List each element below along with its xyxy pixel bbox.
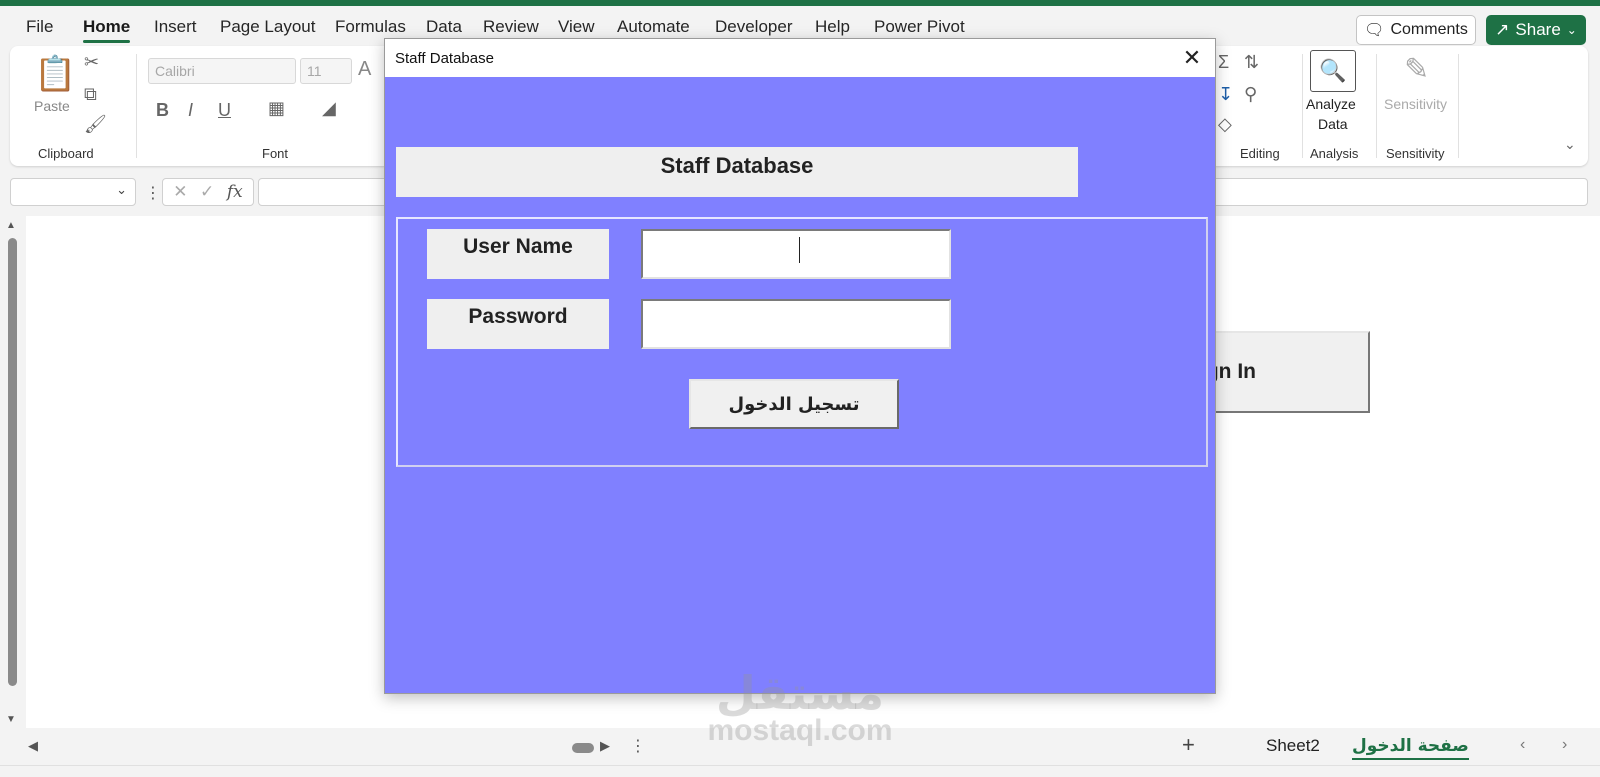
menu-formulas[interactable]: Formulas <box>335 17 406 37</box>
password-label: Password <box>427 299 609 349</box>
collapse-ribbon-icon[interactable]: ⌄ <box>1564 136 1576 153</box>
font-size-select[interactable]: 11 <box>300 58 352 84</box>
comments-label: Comments <box>1390 21 1468 38</box>
sort-filter-icon[interactable]: ⇅ <box>1244 52 1259 73</box>
chevron-down-icon: ⌄ <box>116 182 127 197</box>
format-painter-icon[interactable]: 🖌 <box>84 114 107 135</box>
menu-automate[interactable]: Automate <box>617 17 690 37</box>
chevron-down-icon: ⌄ <box>1566 23 1577 37</box>
find-icon[interactable]: ⚲ <box>1244 84 1257 105</box>
menu-help[interactable]: Help <box>815 17 850 37</box>
status-bar <box>0 765 1600 777</box>
clear-icon[interactable]: ◇ <box>1218 114 1232 135</box>
watermark: مستقل mostaql.com <box>700 670 900 746</box>
username-input[interactable] <box>641 229 951 279</box>
group-clipboard: Clipboard <box>38 146 94 161</box>
watermark-arabic: مستقل <box>715 666 885 720</box>
analyze-data-icon[interactable]: 🔍 <box>1310 50 1356 92</box>
next-sheet-icon[interactable]: › <box>1562 736 1567 754</box>
tab-login-page[interactable]: صفحة الدخول <box>1352 736 1469 760</box>
formula-controls: ✕ ✓ fx <box>162 178 254 206</box>
dialog-titlebar[interactable]: Staff Database ✕ <box>385 39 1215 77</box>
increase-font-icon[interactable]: A <box>358 58 371 81</box>
dialog-title: Staff Database <box>395 50 494 67</box>
comment-icon: 🗨 <box>1364 22 1385 39</box>
fx-icon[interactable]: fx <box>227 182 243 202</box>
scroll-down-icon[interactable]: ▼ <box>6 714 16 725</box>
scroll-left-icon[interactable]: ◀ <box>28 738 38 754</box>
username-label: User Name <box>427 229 609 279</box>
staff-database-dialog: Staff Database ✕ Staff Database User Nam… <box>384 38 1216 694</box>
cut-icon[interactable]: ✂ <box>84 52 99 73</box>
font-name-select[interactable]: Calibri <box>148 58 296 84</box>
vertical-scroll-thumb[interactable] <box>8 238 17 686</box>
name-box[interactable]: ⌄ <box>10 178 136 206</box>
comments-button[interactable]: 🗨 Comments <box>1356 15 1476 45</box>
scroll-up-icon[interactable]: ▲ <box>6 220 16 231</box>
menu-view[interactable]: View <box>558 17 595 37</box>
cancel-icon[interactable]: ✕ <box>173 182 187 202</box>
close-icon[interactable]: ✕ <box>1179 45 1205 71</box>
add-sheet-icon[interactable]: + <box>1182 732 1195 758</box>
more-icon[interactable]: ⋮ <box>145 183 161 203</box>
watermark-url: mostaql.com <box>707 714 893 747</box>
fill-icon[interactable]: ↧ <box>1218 84 1233 105</box>
share-icon: ↗ <box>1495 20 1510 39</box>
login-button[interactable]: تسجيل الدخول <box>689 379 899 429</box>
vertical-scrollbar[interactable]: ▲ ▼ <box>6 220 18 728</box>
share-label: Share <box>1515 20 1561 39</box>
fill-color-icon[interactable]: ◢ <box>322 98 336 119</box>
separator <box>1458 54 1459 158</box>
password-input[interactable] <box>641 299 951 349</box>
menu-power-pivot[interactable]: Power Pivot <box>874 17 965 37</box>
more-icon[interactable]: ⋮ <box>630 736 646 756</box>
menu-data[interactable]: Data <box>426 17 462 37</box>
italic-icon[interactable]: I <box>188 100 193 121</box>
analyze-data-label-2[interactable]: Data <box>1318 116 1348 132</box>
underline-icon[interactable]: U <box>218 100 231 121</box>
separator <box>1376 54 1377 158</box>
group-editing: Editing <box>1240 146 1280 161</box>
menu-home[interactable]: Home <box>83 17 131 43</box>
autosum-icon[interactable]: Σ <box>1218 52 1229 73</box>
borders-icon[interactable]: ▦ <box>268 98 285 119</box>
paste-icon[interactable]: 📋 <box>34 54 76 94</box>
text-caret <box>799 237 800 263</box>
bold-icon[interactable]: B <box>156 100 169 121</box>
paste-label: Paste <box>34 98 70 114</box>
menu-review[interactable]: Review <box>483 17 539 37</box>
enter-icon[interactable]: ✓ <box>200 182 214 202</box>
copy-icon[interactable]: ⧉ <box>84 84 97 105</box>
horizontal-scroll-thumb[interactable] <box>572 743 594 753</box>
sensitivity-button-label[interactable]: Sensitivity <box>1384 96 1447 112</box>
menu-page-layout[interactable]: Page Layout <box>220 17 315 37</box>
group-analysis: Analysis <box>1310 146 1359 161</box>
share-button[interactable]: ↗ Share ⌄ <box>1486 15 1586 45</box>
tab-sheet2[interactable]: Sheet2 <box>1266 736 1320 756</box>
menu-insert[interactable]: Insert <box>154 17 197 37</box>
separator <box>1302 54 1303 158</box>
analyze-data-label[interactable]: Analyze <box>1306 96 1356 112</box>
dialog-header: Staff Database <box>396 147 1078 197</box>
group-font: Font <box>262 146 289 161</box>
sensitivity-icon[interactable]: ✎ <box>1404 52 1429 87</box>
group-sensitivity: Sensitivity <box>1386 146 1445 161</box>
menu-developer[interactable]: Developer <box>715 17 793 37</box>
scroll-right-icon[interactable]: ▶ <box>600 738 610 754</box>
menu-file[interactable]: File <box>26 17 53 37</box>
separator <box>136 54 137 158</box>
prev-sheet-icon[interactable]: ‹ <box>1520 736 1525 754</box>
